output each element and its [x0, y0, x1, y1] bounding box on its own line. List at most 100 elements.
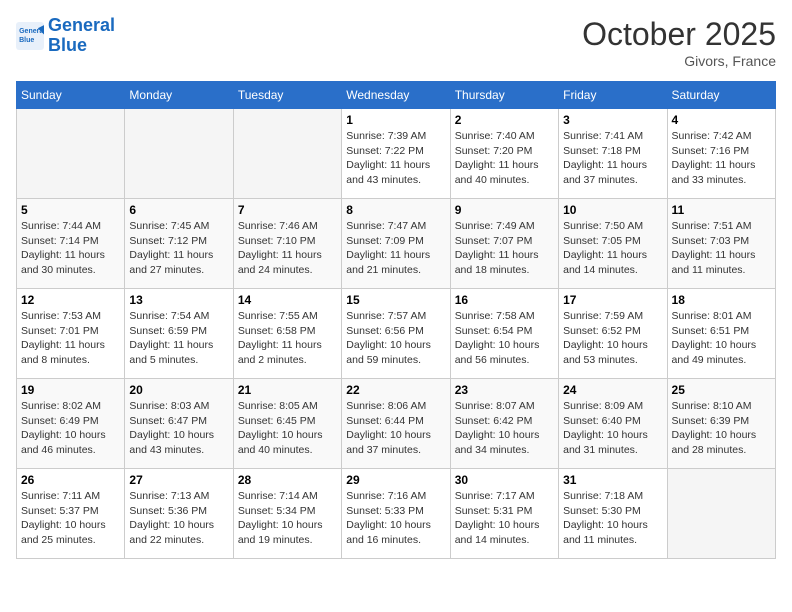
weekday-header-saturday: Saturday	[667, 82, 775, 109]
calendar-cell: 4 Sunrise: 7:42 AM Sunset: 7:16 PM Daylig…	[667, 109, 775, 199]
calendar-cell: 11Sunrise: 7:51 AM Sunset: 7:03 PM Dayli…	[667, 199, 775, 289]
day-info: Sunrise: 8:02 AM Sunset: 6:49 PM Dayligh…	[21, 399, 120, 458]
day-info: Sunrise: 8:01 AM Sunset: 6:51 PM Dayligh…	[672, 309, 771, 368]
day-info: Sunrise: 7:16 AM Sunset: 5:33 PM Dayligh…	[346, 489, 445, 548]
day-info: Sunrise: 7:44 AM Sunset: 7:14 PM Dayligh…	[21, 219, 120, 278]
day-number: 24	[563, 383, 662, 397]
day-info: Sunrise: 7:50 AM Sunset: 7:05 PM Dayligh…	[563, 219, 662, 278]
day-info: Sunrise: 7:14 AM Sunset: 5:34 PM Dayligh…	[238, 489, 337, 548]
day-number: 20	[129, 383, 228, 397]
day-number: 9	[455, 203, 554, 217]
calendar-cell: 27 Sunrise: 7:13 AM Sunset: 5:36 PM Dayli…	[125, 469, 233, 559]
weekday-header-wednesday: Wednesday	[342, 82, 450, 109]
day-info: Sunrise: 8:07 AM Sunset: 6:42 PM Dayligh…	[455, 399, 554, 458]
calendar-cell: 18 Sunrise: 8:01 AM Sunset: 6:51 PM Dayli…	[667, 289, 775, 379]
day-number: 19	[21, 383, 120, 397]
page-header: General Blue GeneralBlue October 2025 Gi…	[16, 16, 776, 69]
day-info: Sunrise: 8:10 AM Sunset: 6:39 PM Dayligh…	[672, 399, 771, 458]
calendar-cell: 13Sunrise: 7:54 AM Sunset: 6:59 PM Dayli…	[125, 289, 233, 379]
day-number: 21	[238, 383, 337, 397]
day-info: Sunrise: 7:51 AM Sunset: 7:03 PM Dayligh…	[672, 219, 771, 278]
day-number: 22	[346, 383, 445, 397]
calendar-cell	[125, 109, 233, 199]
day-info: Sunrise: 7:40 AM Sunset: 7:20 PM Dayligh…	[455, 129, 554, 188]
calendar-cell: 9Sunrise: 7:49 AM Sunset: 7:07 PM Daylig…	[450, 199, 558, 289]
calendar-cell: 3 Sunrise: 7:41 AM Sunset: 7:18 PM Daylig…	[559, 109, 667, 199]
svg-text:Blue: Blue	[19, 37, 34, 44]
day-number: 12	[21, 293, 120, 307]
location: Givors, France	[582, 53, 776, 69]
day-info: Sunrise: 7:55 AM Sunset: 6:58 PM Dayligh…	[238, 309, 337, 368]
day-number: 10	[563, 203, 662, 217]
day-info: Sunrise: 7:59 AM Sunset: 6:52 PM Dayligh…	[563, 309, 662, 368]
calendar-cell: 15Sunrise: 7:57 AM Sunset: 6:56 PM Dayli…	[342, 289, 450, 379]
calendar-cell: 26Sunrise: 7:11 AM Sunset: 5:37 PM Dayli…	[17, 469, 125, 559]
day-number: 31	[563, 473, 662, 487]
day-info: Sunrise: 8:06 AM Sunset: 6:44 PM Dayligh…	[346, 399, 445, 458]
weekday-header-friday: Friday	[559, 82, 667, 109]
calendar-cell	[667, 469, 775, 559]
calendar-table: SundayMondayTuesdayWednesdayThursdayFrid…	[16, 81, 776, 559]
day-info: Sunrise: 8:05 AM Sunset: 6:45 PM Dayligh…	[238, 399, 337, 458]
day-info: Sunrise: 7:41 AM Sunset: 7:18 PM Dayligh…	[563, 129, 662, 188]
calendar-cell: 5 Sunrise: 7:44 AM Sunset: 7:14 PM Daylig…	[17, 199, 125, 289]
day-info: Sunrise: 7:45 AM Sunset: 7:12 PM Dayligh…	[129, 219, 228, 278]
weekday-header-sunday: Sunday	[17, 82, 125, 109]
calendar-cell: 17 Sunrise: 7:59 AM Sunset: 6:52 PM Dayli…	[559, 289, 667, 379]
weekday-header-row: SundayMondayTuesdayWednesdayThursdayFrid…	[17, 82, 776, 109]
day-number: 4	[672, 113, 771, 127]
day-number: 2	[455, 113, 554, 127]
calendar-cell: 23Sunrise: 8:07 AM Sunset: 6:42 PM Dayli…	[450, 379, 558, 469]
logo-icon: General Blue	[16, 22, 44, 50]
calendar-week-4: 19 Sunrise: 8:02 AM Sunset: 6:49 PM Dayli…	[17, 379, 776, 469]
day-info: Sunrise: 7:53 AM Sunset: 7:01 PM Dayligh…	[21, 309, 120, 368]
day-number: 15	[346, 293, 445, 307]
calendar-cell: 1 Sunrise: 7:39 AM Sunset: 7:22 PM Daylig…	[342, 109, 450, 199]
day-info: Sunrise: 7:39 AM Sunset: 7:22 PM Dayligh…	[346, 129, 445, 188]
calendar-cell: 29 Sunrise: 7:16 AM Sunset: 5:33 PM Dayli…	[342, 469, 450, 559]
day-info: Sunrise: 8:09 AM Sunset: 6:40 PM Dayligh…	[563, 399, 662, 458]
day-number: 13	[129, 293, 228, 307]
day-info: Sunrise: 7:13 AM Sunset: 5:36 PM Dayligh…	[129, 489, 228, 548]
day-info: Sunrise: 7:47 AM Sunset: 7:09 PM Dayligh…	[346, 219, 445, 278]
day-number: 26	[21, 473, 120, 487]
calendar-cell	[17, 109, 125, 199]
day-info: Sunrise: 7:17 AM Sunset: 5:31 PM Dayligh…	[455, 489, 554, 548]
calendar-cell: 7Sunrise: 7:46 AM Sunset: 7:10 PM Daylig…	[233, 199, 341, 289]
logo: General Blue GeneralBlue	[16, 16, 115, 56]
day-number: 3	[563, 113, 662, 127]
day-number: 30	[455, 473, 554, 487]
day-number: 5	[21, 203, 120, 217]
day-number: 29	[346, 473, 445, 487]
calendar-cell: 14 Sunrise: 7:55 AM Sunset: 6:58 PM Dayli…	[233, 289, 341, 379]
calendar-cell: 6 Sunrise: 7:45 AM Sunset: 7:12 PM Daylig…	[125, 199, 233, 289]
calendar-cell: 21 Sunrise: 8:05 AM Sunset: 6:45 PM Dayli…	[233, 379, 341, 469]
calendar-cell: 22 Sunrise: 8:06 AM Sunset: 6:44 PM Dayli…	[342, 379, 450, 469]
day-number: 6	[129, 203, 228, 217]
calendar-week-5: 26Sunrise: 7:11 AM Sunset: 5:37 PM Dayli…	[17, 469, 776, 559]
day-number: 14	[238, 293, 337, 307]
day-number: 1	[346, 113, 445, 127]
day-info: Sunrise: 7:42 AM Sunset: 7:16 PM Dayligh…	[672, 129, 771, 188]
day-number: 28	[238, 473, 337, 487]
calendar-cell: 20 Sunrise: 8:03 AM Sunset: 6:47 PM Dayli…	[125, 379, 233, 469]
calendar-cell: 19 Sunrise: 8:02 AM Sunset: 6:49 PM Dayli…	[17, 379, 125, 469]
calendar-cell: 25Sunrise: 8:10 AM Sunset: 6:39 PM Dayli…	[667, 379, 775, 469]
calendar-cell: 16 Sunrise: 7:58 AM Sunset: 6:54 PM Dayli…	[450, 289, 558, 379]
day-number: 18	[672, 293, 771, 307]
calendar-week-3: 12 Sunrise: 7:53 AM Sunset: 7:01 PM Dayli…	[17, 289, 776, 379]
day-info: Sunrise: 7:58 AM Sunset: 6:54 PM Dayligh…	[455, 309, 554, 368]
title-block: October 2025 Givors, France	[582, 16, 776, 69]
weekday-header-tuesday: Tuesday	[233, 82, 341, 109]
day-number: 27	[129, 473, 228, 487]
day-info: Sunrise: 8:03 AM Sunset: 6:47 PM Dayligh…	[129, 399, 228, 458]
logo-text: GeneralBlue	[48, 16, 115, 56]
day-number: 7	[238, 203, 337, 217]
day-info: Sunrise: 7:18 AM Sunset: 5:30 PM Dayligh…	[563, 489, 662, 548]
calendar-cell: 31 Sunrise: 7:18 AM Sunset: 5:30 PM Dayli…	[559, 469, 667, 559]
calendar-week-1: 1 Sunrise: 7:39 AM Sunset: 7:22 PM Daylig…	[17, 109, 776, 199]
day-number: 17	[563, 293, 662, 307]
day-number: 16	[455, 293, 554, 307]
calendar-cell: 28 Sunrise: 7:14 AM Sunset: 5:34 PM Dayli…	[233, 469, 341, 559]
weekday-header-monday: Monday	[125, 82, 233, 109]
